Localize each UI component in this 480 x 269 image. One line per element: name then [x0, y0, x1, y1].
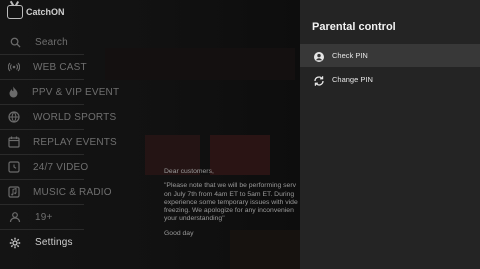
sidebar-item-world-sports[interactable]: WORLD SPORTS	[0, 105, 116, 130]
sidebar-item-music-radio[interactable]: MUSIC & RADIO	[0, 180, 112, 205]
maintenance-notice: Dear customers, "Please note that we wil…	[164, 168, 304, 238]
sidebar-item-label: 24/7 VIDEO	[33, 161, 89, 173]
background-banner	[105, 48, 295, 80]
clock-icon	[8, 160, 20, 174]
tv-icon	[7, 5, 23, 19]
sidebar-item-replay-events[interactable]: REPLAY EVENTS	[0, 130, 117, 155]
notice-greeting: Dear customers,	[164, 168, 214, 175]
ball-icon	[8, 110, 20, 124]
gear-icon	[8, 236, 22, 250]
sidebar: CatchON Search WEB CAST PPV & VIP EVENT …	[0, 0, 300, 269]
option-label: Check PIN	[332, 51, 368, 60]
sidebar-item-web-cast[interactable]: WEB CAST	[0, 55, 87, 80]
sidebar-item-label: 19+	[35, 211, 53, 223]
app-logo: CatchON	[7, 5, 65, 19]
sidebar-item-search[interactable]: Search	[0, 30, 84, 55]
sidebar-item-ppv-vip[interactable]: PPV & VIP EVENT	[0, 80, 119, 105]
check-pin-option[interactable]: Check PIN	[300, 44, 480, 67]
notice-body: "Please note that we will be performing …	[164, 182, 298, 223]
parental-control-panel: Parental control Check PIN Change PIN	[300, 0, 480, 269]
sidebar-item-label: Settings	[35, 237, 73, 248]
sidebar-item-label: Search	[35, 36, 68, 48]
panel-title: Parental control	[312, 21, 396, 33]
music-icon	[8, 185, 20, 199]
age-restricted-icon	[8, 210, 22, 224]
sidebar-item-24-7-video[interactable]: 24/7 VIDEO	[0, 155, 88, 180]
sidebar-menu: Search WEB CAST PPV & VIP EVENT WORLD SP…	[0, 30, 119, 255]
check-pin-icon	[313, 50, 325, 62]
notice-signoff: Good day	[164, 229, 194, 237]
change-pin-option[interactable]: Change PIN	[300, 68, 480, 91]
change-pin-icon	[313, 74, 325, 86]
flame-icon	[8, 85, 19, 99]
option-label: Change PIN	[332, 75, 373, 84]
sidebar-item-19-plus[interactable]: 19+	[0, 205, 84, 230]
sidebar-item-label: WEB CAST	[33, 61, 87, 73]
logo-text: CatchON	[26, 7, 65, 17]
sidebar-item-settings[interactable]: Settings	[0, 230, 84, 255]
calendar-icon	[8, 135, 20, 149]
broadcast-icon	[8, 60, 20, 74]
search-icon	[8, 35, 22, 49]
